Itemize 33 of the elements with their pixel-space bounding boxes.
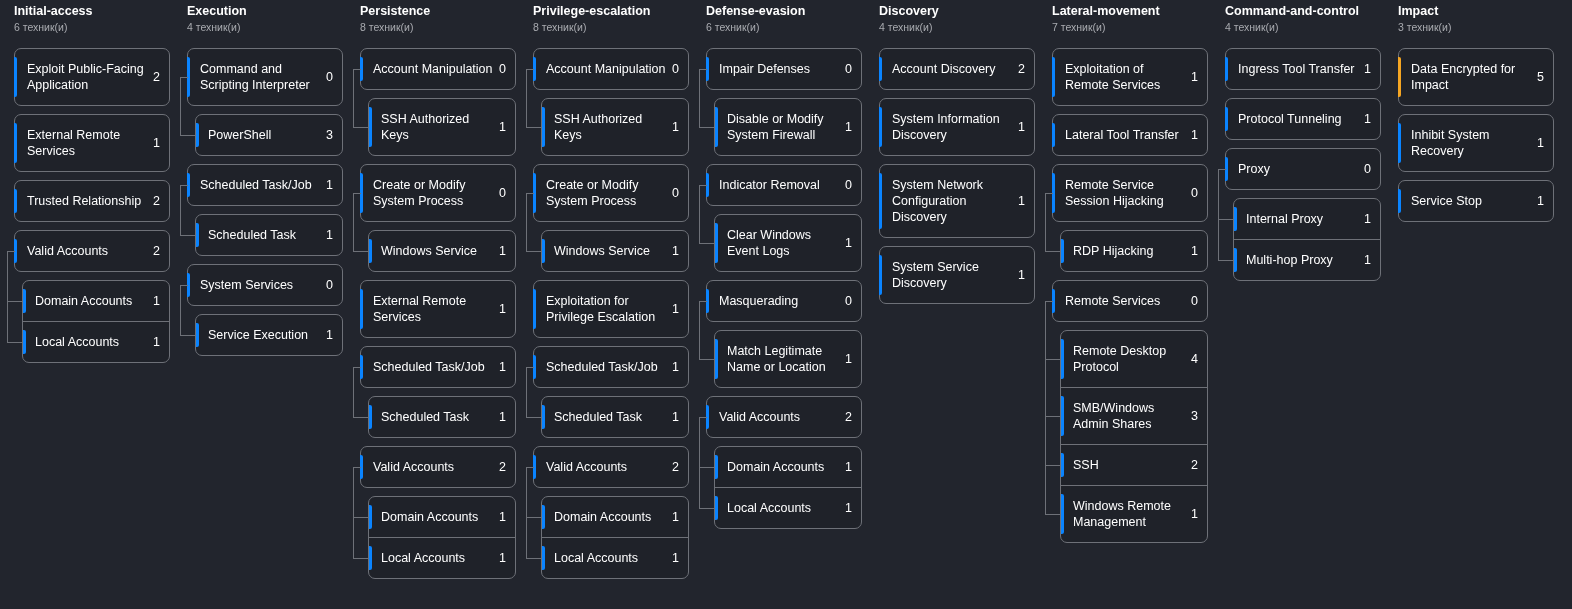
technique-count-label: 8 техник(и) xyxy=(360,20,414,34)
technique-card[interactable]: System Information Discovery 1 xyxy=(879,98,1035,156)
tactic-title: Discovery xyxy=(879,4,939,19)
technique-card[interactable]: Account Discovery 2 xyxy=(879,48,1035,90)
technique-count-label: 6 техник(и) xyxy=(14,20,68,34)
tactic-title: Privilege-escalation xyxy=(533,4,651,19)
technique-card[interactable]: System Network Configuration Discovery 1 xyxy=(879,164,1035,238)
technique-count-label: 6 техник(и) xyxy=(706,20,760,34)
technique-card[interactable]: Ingress Tool Transfer 1 xyxy=(1225,48,1381,90)
technique-count-label: 8 техник(и) xyxy=(533,20,587,34)
technique-card[interactable]: Inhibit System Recovery 1 xyxy=(1398,114,1554,172)
technique-count-label: 7 техник(и) xyxy=(1052,20,1106,34)
technique-card[interactable]: Lateral Tool Transfer 1 xyxy=(1052,114,1208,156)
tactic-title: Execution xyxy=(187,4,247,19)
tactic-title: Defense-evasion xyxy=(706,4,806,19)
tactic-title: Command-and-control xyxy=(1225,4,1360,19)
technique-card[interactable]: Exploitation for Privilege Escalation 1 xyxy=(533,280,689,338)
technique-card[interactable]: Service Stop 1 xyxy=(1398,180,1554,222)
technique-count-label: 4 техник(и) xyxy=(879,20,933,34)
technique-count-label: 4 техник(и) xyxy=(1225,20,1279,34)
tactic-title: Impact xyxy=(1398,4,1439,19)
technique-count-label: 4 техник(и) xyxy=(187,20,241,34)
technique-card[interactable]: Protocol Tunneling 1 xyxy=(1225,98,1381,140)
tactic-title: Lateral-movement xyxy=(1052,4,1160,19)
tactic-title: Initial-access xyxy=(14,4,93,19)
technique-card[interactable]: System Service Discovery 1 xyxy=(879,246,1035,304)
technique-card[interactable]: External Remote Services 1 xyxy=(14,114,170,172)
technique-card[interactable]: External Remote Services 1 xyxy=(360,280,516,338)
technique-card[interactable]: Data Encrypted for Impact 5 xyxy=(1398,48,1554,106)
tactic-title: Persistence xyxy=(360,4,431,19)
technique-card[interactable]: Exploitation of Remote Services 1 xyxy=(1052,48,1208,106)
technique-card[interactable]: Trusted Relationship 2 xyxy=(14,180,170,222)
technique-count-label: 3 техник(и) xyxy=(1398,20,1452,34)
